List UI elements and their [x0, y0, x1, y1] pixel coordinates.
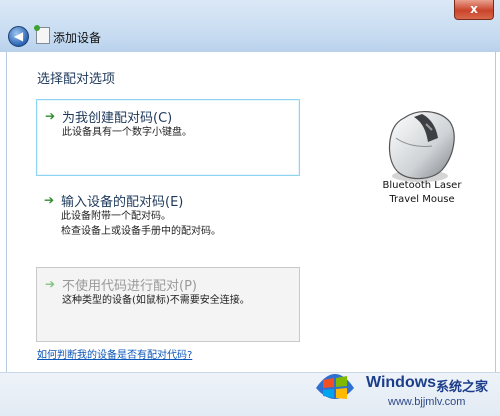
option-title: 输入设备的配对码(E)	[61, 195, 184, 210]
option-description-line: 此设备附带一个配对码。	[61, 211, 171, 222]
option-create-pairing-code[interactable]: ➔ 为我创建配对码(C) 此设备具有一个数字小键盘。	[36, 99, 300, 176]
option-title: 为我创建配对码(C)	[62, 111, 173, 126]
option-title: 不使用代码进行配对(P)	[62, 279, 197, 294]
option-enter-pairing-code[interactable]: ➔ 输入设备的配对码(E) 此设备附带一个配对码。 检查设备上或设备手册中的配对…	[36, 184, 300, 244]
green-arrow-icon: ➔	[45, 277, 56, 291]
option-pair-without-code[interactable]: ➔ 不使用代码进行配对(P) 这种类型的设备(如鼠标)不需要安全连接。	[36, 267, 300, 342]
device-name-line: Travel Mouse	[389, 194, 455, 205]
mouse-icon	[388, 111, 455, 182]
close-button[interactable]: x	[454, 0, 494, 20]
option-description-line: 这种类型的设备(如鼠标)不需要安全连接。	[62, 295, 250, 306]
option-description-line: 此设备具有一个数字小键盘。	[62, 127, 192, 138]
green-arrow-icon: ➔	[45, 109, 56, 123]
title-bar: x ◀ 添加设备	[0, 0, 500, 52]
watermark: Windows 系统之家 www.bjjmlv.com	[308, 362, 500, 415]
add-device-icon	[34, 25, 50, 44]
watermark-brand: Windows	[366, 374, 437, 391]
back-arrow-icon: ◀	[13, 29, 24, 43]
windows-logo-icon	[316, 374, 354, 399]
option-description: 此设备具有一个数字小键盘。	[62, 125, 192, 140]
option-description: 此设备附带一个配对码。 检查设备上或设备手册中的配对码。	[61, 209, 221, 239]
device-name: Bluetooth Laser Travel Mouse	[372, 179, 472, 207]
watermark-url: www.bjjmlv.com	[388, 396, 466, 408]
watermark-subtitle: 系统之家	[436, 380, 489, 395]
back-button[interactable]: ◀	[8, 26, 29, 47]
option-description: 这种类型的设备(如鼠标)不需要安全连接。	[62, 293, 250, 308]
close-icon: x	[470, 2, 478, 16]
device-name-line: Bluetooth Laser	[382, 180, 462, 191]
pairing-code-help-link[interactable]: 如何判断我的设备是否有配对代码?	[37, 346, 192, 361]
page-heading: 选择配对选项	[37, 72, 116, 87]
green-arrow-icon: ➔	[44, 193, 55, 207]
window-title: 添加设备	[53, 31, 102, 45]
option-description-line: 检查设备上或设备手册中的配对码。	[61, 226, 221, 237]
